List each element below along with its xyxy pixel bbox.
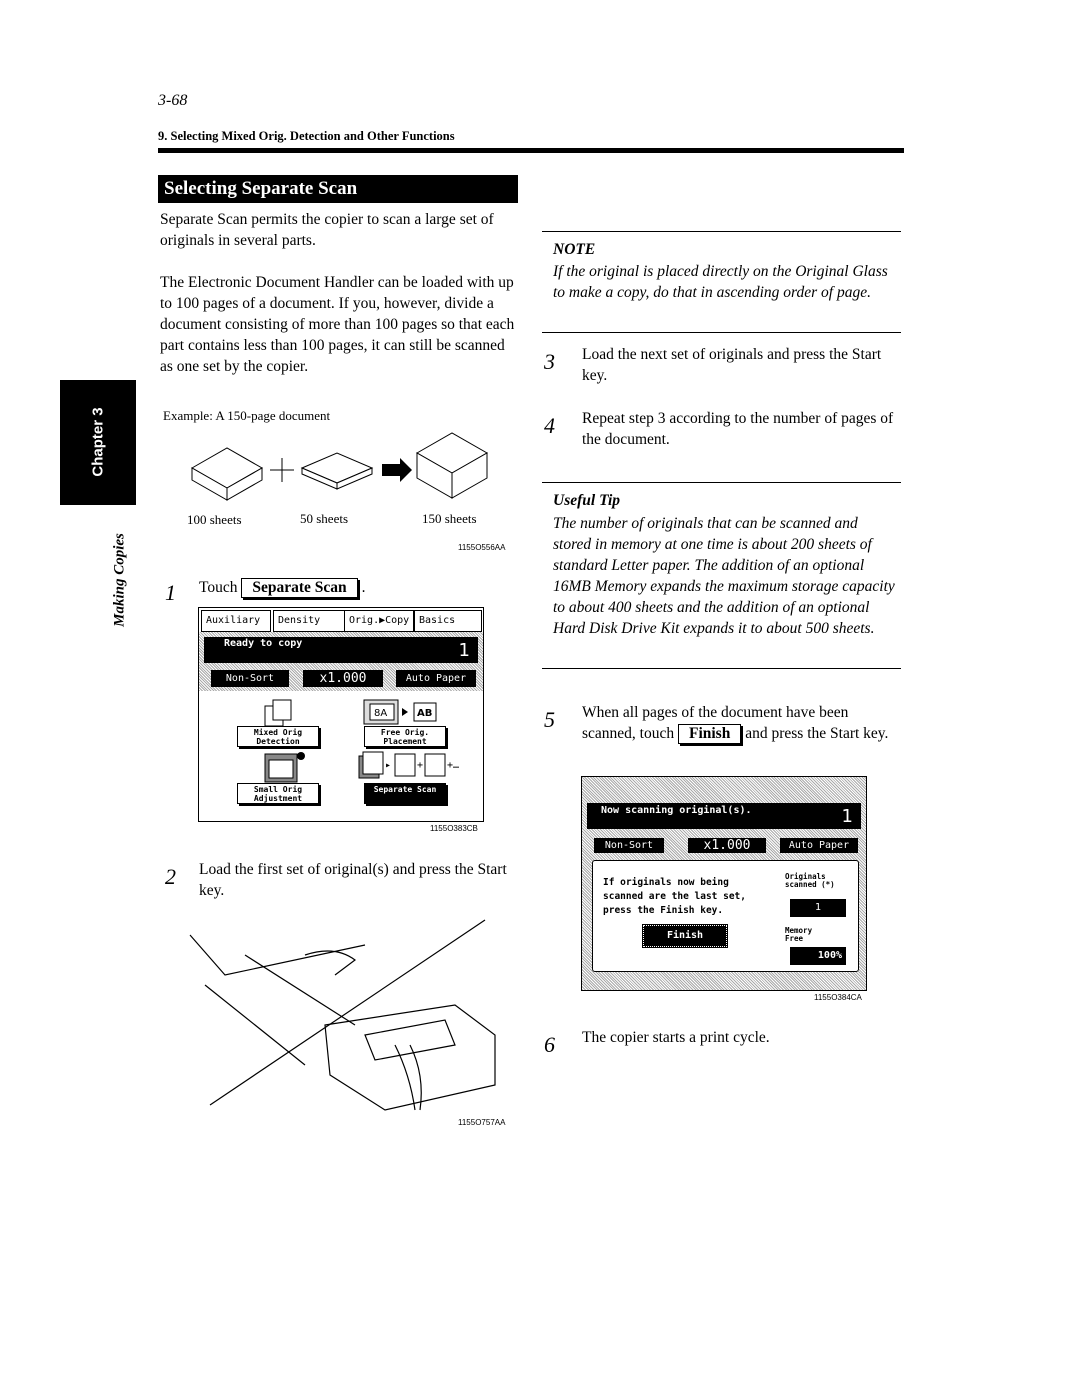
step-text: Touch — [199, 579, 238, 596]
step-2-text: Load the first set of original(s) and pr… — [199, 861, 507, 899]
status-text: Ready to copy — [224, 638, 303, 649]
status-text: Now scanning original(s). — [601, 805, 752, 816]
small-orig-icon — [264, 752, 305, 783]
sort-mode[interactable]: Non-Sort — [594, 838, 664, 853]
step-number: 5 — [544, 707, 555, 732]
finish-message: If originals now being scanned are the l… — [603, 877, 746, 916]
step-6-text: The copier starts a print cycle. — [582, 1029, 770, 1046]
figure-code: 1155O383CB — [430, 824, 478, 833]
small-orig-adjustment-button[interactable]: Small Orig Adjustment — [237, 783, 319, 804]
tab-orig-copy[interactable]: Orig.▶Copy — [344, 610, 414, 632]
step-3-text: Load the next set of originals and press… — [582, 346, 882, 384]
tip-bottom-rule — [542, 668, 901, 669]
status-bar: Ready to copy 1 — [204, 637, 478, 663]
paper-mode[interactable]: Auto Paper — [396, 670, 476, 687]
finish-dialog: If originals now being scanned are the l… — [592, 860, 859, 972]
step-number: 4 — [544, 413, 555, 438]
label-100-sheets: 100 sheets — [187, 512, 242, 527]
section-title: Selecting Separate Scan — [158, 175, 518, 203]
section-label: Making Copies — [111, 533, 128, 627]
sort-mode[interactable]: Non-Sort — [211, 670, 289, 687]
step-1-text: Touch Separate Scan . — [199, 577, 365, 598]
free-orig-placement-icon: 8A AB — [363, 699, 437, 725]
zoom-ratio[interactable]: x1.000 — [303, 670, 383, 687]
step-5-text: When all pages of the document have been… — [582, 702, 897, 744]
figure-code: 1155O384CA — [814, 993, 862, 1002]
paper-stacks-icon — [190, 432, 489, 501]
tab-density[interactable]: Density — [273, 610, 345, 632]
copier-screen-ready: Auxiliary Density Orig.▶Copy Basics Read… — [198, 607, 484, 822]
svg-text:AB: AB — [417, 708, 432, 719]
memory-free-value: 100% — [790, 947, 846, 965]
originals-scanned-label: Originals scanned (*) — [785, 872, 835, 889]
step-4-text: Repeat step 3 according to the number of… — [582, 410, 894, 448]
step-text: and press the Start key. — [745, 725, 889, 742]
tip-text: The number of originals that can be scan… — [553, 515, 895, 637]
note-top-rule — [542, 231, 901, 232]
tab-basics[interactable]: Basics — [414, 610, 482, 632]
paper-mode[interactable]: Auto Paper — [780, 838, 858, 853]
separate-scan-button[interactable]: Separate Scan — [364, 783, 446, 804]
page-number: 3-68 — [158, 92, 188, 109]
manual-page: 3-68 9. Selecting Mixed Orig. Detection … — [0, 0, 1080, 1397]
copy-count: 1 — [458, 640, 470, 661]
finish-key: Finish — [677, 724, 742, 744]
chapter-label: Chapter 3 — [89, 407, 107, 477]
figure-code: 1155O757AA — [458, 1118, 506, 1127]
copier-screen-scanning: Now scanning original(s). 1 Non-Sort x1.… — [581, 776, 867, 991]
note-bottom-rule — [542, 332, 901, 333]
example-caption: Example: A 150-page document — [163, 408, 331, 423]
separate-scan-icon: ▸ + +… — [358, 751, 459, 779]
figure-code: 1155O556AA — [458, 543, 506, 552]
originals-scanned-value: 1 — [790, 899, 846, 917]
label-50-sheets: 50 sheets — [300, 511, 349, 526]
copy-count: 1 — [841, 806, 853, 827]
tip-heading: Useful Tip — [553, 492, 621, 509]
tip-top-rule — [542, 482, 901, 483]
note-heading: NOTE — [553, 241, 596, 258]
intro-paragraph-1: Separate Scan permits the copier to scan… — [160, 211, 494, 249]
svg-text:▸: ▸ — [385, 760, 391, 771]
step-number: 2 — [165, 864, 176, 889]
step-number: 6 — [544, 1032, 555, 1057]
header-rule — [158, 148, 904, 153]
zoom-ratio[interactable]: x1.000 — [688, 838, 766, 853]
status-bar: Now scanning original(s). 1 — [587, 803, 861, 829]
svg-text:8A: 8A — [374, 708, 387, 719]
mixed-orig-detection-button[interactable]: Mixed Orig Detection — [237, 726, 319, 747]
step-text: . — [361, 579, 366, 596]
free-orig-placement-button[interactable]: Free Orig. Placement — [364, 726, 446, 747]
note-text: If the original is placed directly on th… — [553, 263, 888, 301]
svg-text:+: + — [417, 760, 423, 771]
memory-free-label: Memory Free — [785, 926, 813, 943]
mixed-orig-icon — [264, 699, 292, 727]
intro-paragraph-2: The Electronic Document Handler can be l… — [160, 274, 515, 375]
finish-button[interactable]: Finish — [642, 924, 728, 948]
separate-scan-key: Separate Scan — [241, 578, 358, 598]
step-number: 1 — [165, 580, 176, 605]
label-150-sheets: 150 sheets — [422, 511, 477, 526]
example-illustration — [182, 428, 512, 508]
svg-text:+…: +… — [447, 760, 459, 771]
running-header: 9. Selecting Mixed Orig. Detection and O… — [158, 129, 455, 143]
loading-originals-illustration — [189, 919, 496, 1111]
tab-auxiliary[interactable]: Auxiliary — [201, 610, 271, 632]
chapter-tab: Chapter 3 — [60, 380, 136, 505]
step-number: 3 — [544, 349, 555, 374]
